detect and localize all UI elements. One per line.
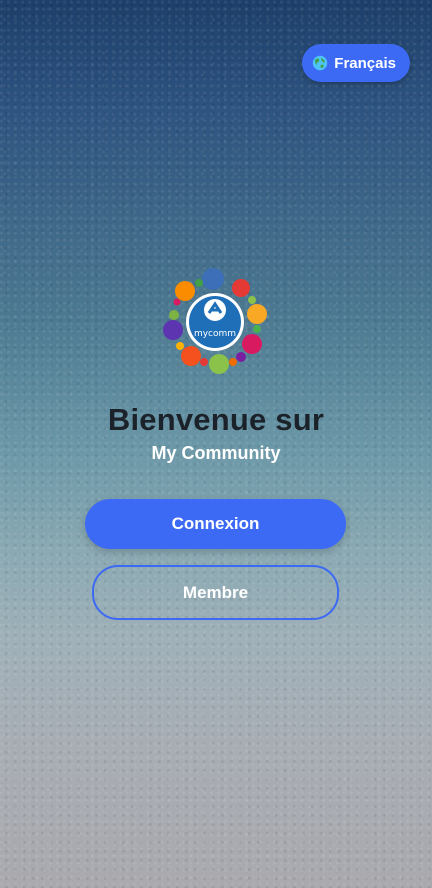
language-button[interactable]: Français bbox=[302, 44, 410, 82]
community-logo: mycomm bbox=[161, 266, 269, 374]
welcome-subtitle: My Community bbox=[151, 443, 281, 463]
member-button[interactable]: Membre bbox=[92, 565, 339, 620]
welcome-title: Bienvenue sur bbox=[107, 402, 325, 437]
login-button[interactable]: Connexion bbox=[85, 499, 346, 549]
logo-text: mycomm bbox=[194, 329, 236, 339]
login-label: Connexion bbox=[171, 514, 260, 533]
language-label: Français bbox=[334, 54, 396, 72]
member-label: Membre bbox=[182, 582, 249, 602]
welcome-screen: Français mycomm Bienvenue sur My Communi… bbox=[0, 0, 432, 888]
globe-icon bbox=[312, 55, 328, 71]
